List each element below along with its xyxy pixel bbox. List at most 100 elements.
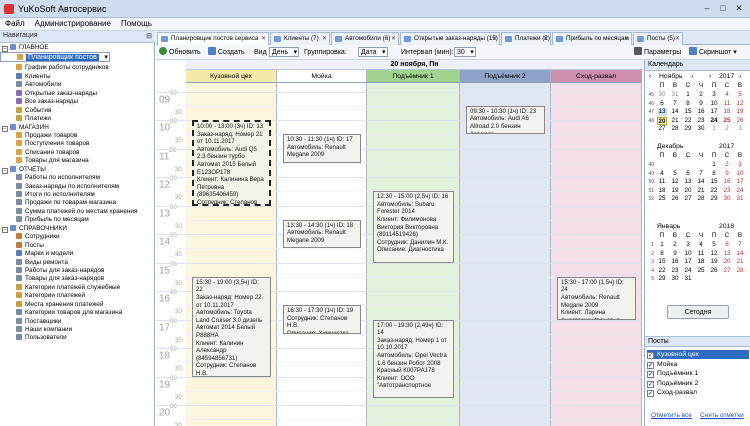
tab-2[interactable]: Автомобили (6) ✕ bbox=[331, 32, 399, 45]
day-cell[interactable]: 26 bbox=[670, 195, 680, 203]
collapse-icon[interactable]: − bbox=[2, 125, 8, 132]
day-cell[interactable]: 16 bbox=[722, 178, 732, 186]
day-cell[interactable]: 11 bbox=[657, 178, 667, 186]
day-cell[interactable]: 27 bbox=[683, 195, 693, 203]
uncheck-all-link[interactable]: Снять отметки bbox=[700, 412, 744, 419]
day-cell[interactable]: 4 bbox=[722, 91, 732, 99]
nav-item[interactable]: Планировщик постов bbox=[0, 52, 110, 63]
nav-item[interactable]: Заказ-наряды по исполнителям bbox=[0, 182, 155, 191]
post-item[interactable]: ✓ Подъёмник 1 bbox=[647, 369, 749, 378]
menu-file[interactable]: Файл bbox=[0, 18, 30, 29]
day-cell[interactable]: 1 bbox=[709, 125, 719, 133]
maximize-button[interactable]: □ bbox=[716, 3, 730, 14]
day-cell[interactable]: 9 bbox=[670, 250, 680, 258]
nav-item[interactable]: Поставщики bbox=[0, 317, 155, 326]
day-cell[interactable]: 8 bbox=[709, 170, 719, 178]
appointment[interactable]: 15:30 - 17:00 (1,5ч) ID: 24 Автомобиль: R… bbox=[557, 276, 636, 320]
check-all-link[interactable]: Отметить все bbox=[651, 412, 692, 419]
day-cell[interactable]: 13 bbox=[683, 178, 693, 186]
day-cell[interactable]: 30 bbox=[722, 195, 732, 203]
day-cell[interactable]: 24 bbox=[735, 187, 745, 195]
day-cell[interactable]: 19 bbox=[709, 258, 719, 266]
appointment[interactable]: 09:30 - 10:30 (1ч) ID: 23 Автомобиль: Aud… bbox=[466, 105, 545, 135]
day-cell[interactable]: 25 bbox=[657, 195, 667, 203]
day-cell[interactable]: 23 bbox=[696, 117, 706, 125]
collapse-icon[interactable]: − bbox=[2, 167, 8, 174]
nav-item[interactable]: Клиенты bbox=[0, 72, 155, 81]
appointment[interactable]: 12:30 - 15:00 (2,5ч) ID: 16 Автомобиль: S… bbox=[373, 191, 454, 263]
view-select[interactable]: День bbox=[269, 47, 300, 58]
day-cell[interactable]: 12 bbox=[735, 100, 745, 108]
day-cell[interactable]: 26 bbox=[735, 117, 745, 125]
nav-group[interactable]: − ГЛАВНОЕ bbox=[0, 44, 155, 52]
day-cell[interactable]: 14 bbox=[696, 178, 706, 186]
post-item[interactable]: ✓ Мойка bbox=[647, 360, 749, 369]
tab-close-icon[interactable]: ✕ bbox=[492, 33, 497, 45]
nav-item[interactable]: Все заказ-наряды bbox=[0, 98, 155, 106]
day-cell[interactable]: 31 bbox=[735, 195, 745, 203]
prev-month-icon[interactable]: ‹ bbox=[649, 72, 651, 82]
day-cell[interactable]: 27 bbox=[657, 125, 667, 133]
nav-item[interactable]: Открытые заказ-наряды bbox=[0, 89, 155, 98]
post-item[interactable]: ✓ Подъёмник 2 bbox=[647, 379, 749, 388]
day-cell[interactable]: 1 bbox=[683, 91, 693, 99]
nav-item[interactable]: Сотрудники bbox=[0, 233, 155, 241]
day-cell[interactable]: 15 bbox=[709, 178, 719, 186]
day-cell[interactable]: 8 bbox=[657, 250, 667, 258]
day-cell[interactable]: 16 bbox=[670, 258, 680, 266]
create-button[interactable]: Создать bbox=[208, 47, 245, 58]
day-cell[interactable]: 3 bbox=[709, 91, 719, 99]
day-cell[interactable]: 2 bbox=[722, 161, 732, 169]
month-dropdown-icon[interactable]: › bbox=[691, 72, 693, 82]
screenshot-button[interactable]: Скриншот ▾ bbox=[689, 47, 737, 58]
day-cell[interactable]: 4 bbox=[657, 170, 667, 178]
day-cell[interactable]: 28 bbox=[696, 195, 706, 203]
day-cell[interactable]: 20 bbox=[683, 187, 693, 195]
tab-0[interactable]: Планировщик постов сервиса ✕ bbox=[157, 32, 269, 46]
day-cell[interactable]: 2 bbox=[722, 125, 732, 133]
next-year-icon[interactable]: › bbox=[739, 72, 741, 82]
tab-close-icon[interactable]: ✕ bbox=[391, 33, 396, 45]
day-cell[interactable]: 6 bbox=[683, 170, 693, 178]
day-cell[interactable]: 11 bbox=[696, 250, 706, 258]
day-cell[interactable]: 2 bbox=[696, 91, 706, 99]
refresh-button[interactable]: Обновить bbox=[159, 47, 201, 58]
day-cell[interactable]: 28 bbox=[735, 267, 745, 275]
post-checkbox[interactable]: ✓ bbox=[647, 371, 654, 378]
day-cell[interactable]: 7 bbox=[735, 241, 745, 249]
appointment[interactable]: 10:00 - 13:00 (3ч) ID: 13 Заказ-наряд: Но… bbox=[192, 120, 271, 206]
day-cell[interactable]: 13 bbox=[657, 108, 667, 117]
day-cell[interactable]: 3 bbox=[735, 161, 745, 169]
day-cell[interactable]: 8 bbox=[683, 100, 693, 108]
nav-item[interactable]: Категории платежей служебные bbox=[0, 283, 155, 292]
nav-item[interactable]: Автомобили bbox=[0, 81, 155, 89]
day-cell[interactable]: 29 bbox=[683, 125, 693, 133]
day-cell[interactable]: 1 bbox=[709, 161, 719, 169]
day-cell[interactable]: 5 bbox=[735, 91, 745, 99]
day-cell[interactable]: 5 bbox=[670, 170, 680, 178]
post-item[interactable]: ✓ Кузовной цех bbox=[647, 350, 749, 359]
nav-item[interactable]: Места хранения платежей bbox=[0, 300, 155, 309]
tab-4[interactable]: Платежи (2) ✕ bbox=[501, 32, 551, 45]
appointment[interactable]: 13:30 - 14:30 (1ч) ID: 18 Автомобиль: Ren… bbox=[283, 219, 361, 249]
day-cell[interactable]: 24 bbox=[709, 117, 719, 125]
day-cell[interactable]: 3 bbox=[683, 241, 693, 249]
day-cell[interactable]: 14 bbox=[670, 108, 680, 116]
nav-item[interactable]: Списания товаров bbox=[0, 148, 155, 157]
day-cell[interactable]: 29 bbox=[657, 275, 667, 283]
nav-group[interactable]: − СПРАВОЧНИКИ bbox=[0, 224, 155, 233]
day-cell[interactable]: 7 bbox=[670, 100, 680, 108]
day-cell[interactable]: 30 bbox=[657, 91, 667, 99]
day-cell[interactable]: 10 bbox=[709, 100, 719, 108]
appointment[interactable]: 16:30 - 17:30 (1ч) ID: 19 Сотрудник: Степ… bbox=[283, 305, 361, 334]
nav-item[interactable]: Итоги по исполнителям bbox=[0, 191, 155, 199]
day-cell[interactable]: 7 bbox=[696, 170, 706, 178]
tab-6[interactable]: Посты (5) ✕ bbox=[633, 32, 683, 45]
appointment[interactable]: 10:30 - 11:30 (1ч) ID: 17 Автомобиль: Ren… bbox=[283, 134, 361, 163]
day-cell[interactable]: 14 bbox=[735, 250, 745, 258]
nav-item[interactable]: Наши компании bbox=[0, 326, 155, 334]
day-cell[interactable]: 22 bbox=[683, 117, 693, 125]
day-cell[interactable]: 18 bbox=[657, 187, 667, 195]
day-cell[interactable]: 16 bbox=[696, 108, 706, 116]
tab-5[interactable]: Прибыль по месяцам ✕ bbox=[552, 32, 632, 45]
